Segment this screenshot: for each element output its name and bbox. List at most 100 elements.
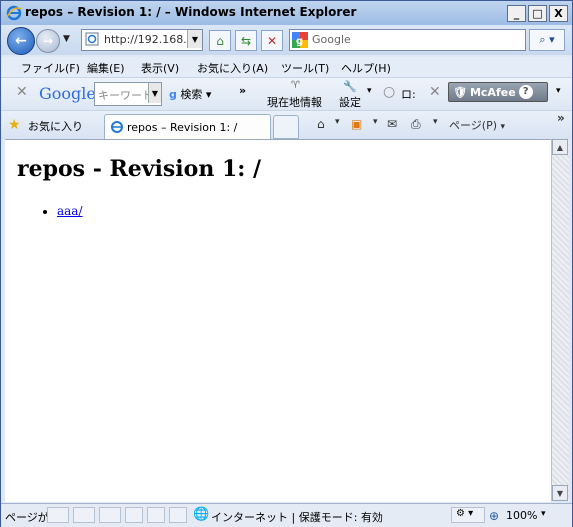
- status-text: ページが: [5, 511, 49, 524]
- protected-mode-button[interactable]: ⚙ ▾: [451, 507, 485, 523]
- window-controls: _ □ X: [507, 5, 568, 22]
- print-dropdown-icon[interactable]: ▾: [433, 117, 438, 127]
- status-bar: ページが 🌐 インターネット | 保護モード: 有効 ⚙ ▾ ⊕ 100% ▾: [1, 503, 572, 527]
- antenna-icon: ♈: [291, 80, 300, 91]
- ie-logo-icon: [6, 5, 22, 21]
- favorites-bar: ★ お気に入り repos – Revision 1: / ⌂ ▾ ▣ ▾ ✉ …: [1, 110, 572, 140]
- directory-list: aaa/: [5, 204, 83, 218]
- favorites-button[interactable]: お気に入り: [28, 118, 83, 134]
- close-toolbar-icon[interactable]: ✕: [16, 84, 28, 100]
- mcafee-shield-icon: 🛡: [453, 85, 467, 99]
- more-tools-icon[interactable]: »: [557, 111, 565, 125]
- keyword-placeholder: キーワード: [98, 89, 153, 102]
- mcafee-button[interactable]: 🛡 McAfee ?: [448, 82, 548, 102]
- settings-dropdown-icon[interactable]: ▾: [367, 86, 372, 96]
- toolbar-more-icon[interactable]: »: [239, 84, 246, 97]
- scroll-down-button[interactable]: ▼: [552, 485, 568, 501]
- search-placeholder: Google: [312, 33, 351, 46]
- feeds-icon[interactable]: ▣: [351, 117, 362, 131]
- zoom-level[interactable]: 100%: [506, 509, 537, 522]
- refresh-button[interactable]: ⇆: [235, 30, 257, 51]
- maximize-button[interactable]: □: [528, 5, 547, 22]
- feeds-dropdown-icon[interactable]: ▾: [373, 117, 378, 127]
- stop-icon: ✕: [266, 33, 278, 48]
- settings-label: 設定: [339, 96, 361, 109]
- address-input[interactable]: http://192.168.... ▼: [81, 29, 203, 51]
- back-button[interactable]: ←: [7, 27, 35, 55]
- menu-file[interactable]: ファイル(F): [21, 60, 80, 76]
- google-g-icon: g: [169, 88, 177, 101]
- menu-favorites[interactable]: お気に入り(A): [197, 60, 268, 76]
- refresh-icon: ⇆: [240, 33, 252, 48]
- mail-icon[interactable]: ✉: [387, 117, 397, 131]
- status-pane: [99, 507, 121, 523]
- ie-page-icon: [111, 121, 123, 133]
- forward-button[interactable]: →: [36, 29, 60, 53]
- svg-text:g: g: [296, 36, 303, 47]
- zoom-icon: ⊕: [489, 509, 500, 523]
- recent-pages-dropdown[interactable]: ▼: [63, 34, 70, 44]
- close-button[interactable]: X: [549, 5, 568, 22]
- settings-button[interactable]: 設定: [339, 94, 361, 110]
- google-toolbar: ✕ Google キーワード ▼ g 検索 ▾ » 現在地情報 ♈ 設定 🔧 ▾…: [1, 77, 572, 110]
- new-tab-button[interactable]: [273, 115, 299, 139]
- menu-view[interactable]: 表示(V): [141, 60, 179, 76]
- forward-arrow-icon: →: [42, 34, 54, 48]
- google-logo-text: Google: [39, 84, 96, 103]
- back-arrow-icon: ←: [15, 33, 27, 49]
- vertical-scrollbar[interactable]: ▲ ▼: [551, 139, 569, 501]
- title-bar: repos – Revision 1: / – Windows Internet…: [1, 1, 572, 25]
- minimize-button[interactable]: _: [507, 5, 526, 22]
- browser-window: repos – Revision 1: / – Windows Internet…: [0, 0, 573, 527]
- google-logo: Google: [39, 84, 96, 103]
- page-menu-label: ページ(P): [449, 119, 497, 132]
- globe-icon: 🌐: [193, 507, 210, 522]
- menu-edit[interactable]: 編集(E): [87, 60, 125, 76]
- home-icon[interactable]: ⌂: [317, 117, 325, 131]
- google-search-provider-icon: g: [292, 32, 308, 48]
- address-row: ← → ▼ http://192.168.... ▼ ⌂ ⇆ ✕ g Googl…: [1, 25, 572, 55]
- home-dropdown-icon[interactable]: ▾: [335, 117, 340, 127]
- mcafee-label: McAfee: [469, 85, 516, 99]
- scroll-up-button[interactable]: ▲: [552, 139, 568, 155]
- list-item: aaa/: [57, 204, 83, 218]
- security-zone-text[interactable]: インターネット | 保護モード: 有効: [211, 509, 383, 525]
- tab-repos[interactable]: repos – Revision 1: /: [104, 114, 271, 140]
- address-url: http://192.168....: [104, 33, 198, 46]
- menu-tools[interactable]: ツール(T): [281, 60, 329, 76]
- location-button[interactable]: 現在地情報: [267, 94, 322, 110]
- status-pane: [125, 507, 143, 523]
- window-title: repos – Revision 1: / – Windows Internet…: [25, 5, 357, 19]
- compatibility-view-button[interactable]: ⌂: [209, 30, 231, 51]
- protected-mode-icon: ⚙ ▾: [456, 508, 474, 519]
- keyword-dropdown-button[interactable]: ▼: [148, 83, 161, 103]
- status-pane: [147, 507, 165, 523]
- mcafee-dropdown-icon[interactable]: ▾: [556, 86, 561, 96]
- stop-button[interactable]: ✕: [261, 30, 283, 51]
- zoom-dropdown-icon[interactable]: ▾: [541, 509, 546, 519]
- menu-help[interactable]: ヘルプ(H): [341, 60, 391, 76]
- address-dropdown-button[interactable]: ▼: [187, 30, 202, 48]
- wrench-icon: 🔧: [343, 80, 357, 93]
- magnifier-icon: ⌕ ▾: [539, 33, 555, 46]
- google-search-label: 検索: [180, 88, 203, 101]
- status-pane: [169, 507, 187, 523]
- login-button[interactable]: ロ:: [401, 86, 416, 102]
- menu-bar: ファイル(F) 編集(E) 表示(V) お気に入り(A) ツール(T) ヘルプ(…: [1, 57, 572, 77]
- page-menu-button[interactable]: ページ(P) ▾: [449, 117, 505, 133]
- location-label: 現在地情報: [267, 96, 322, 109]
- directory-link-aaa[interactable]: aaa/: [57, 204, 83, 218]
- status-pane: [73, 507, 95, 523]
- google-search-button[interactable]: g 検索 ▾: [169, 86, 211, 102]
- tab-title: repos – Revision 1: /: [127, 121, 238, 134]
- close-mcafee-icon[interactable]: ✕: [429, 84, 441, 100]
- login-circle-icon: ○: [383, 84, 396, 100]
- search-input[interactable]: g Google: [289, 29, 526, 51]
- print-icon[interactable]: ⎙: [411, 117, 421, 132]
- search-button[interactable]: ⌕ ▾: [529, 29, 565, 51]
- favorites-star-icon[interactable]: ★: [8, 117, 21, 133]
- keyword-input[interactable]: キーワード ▼: [94, 82, 162, 106]
- status-pane: [47, 507, 69, 523]
- compatibility-icon: ⌂: [216, 33, 224, 48]
- chevron-down-icon: ▾: [205, 88, 212, 101]
